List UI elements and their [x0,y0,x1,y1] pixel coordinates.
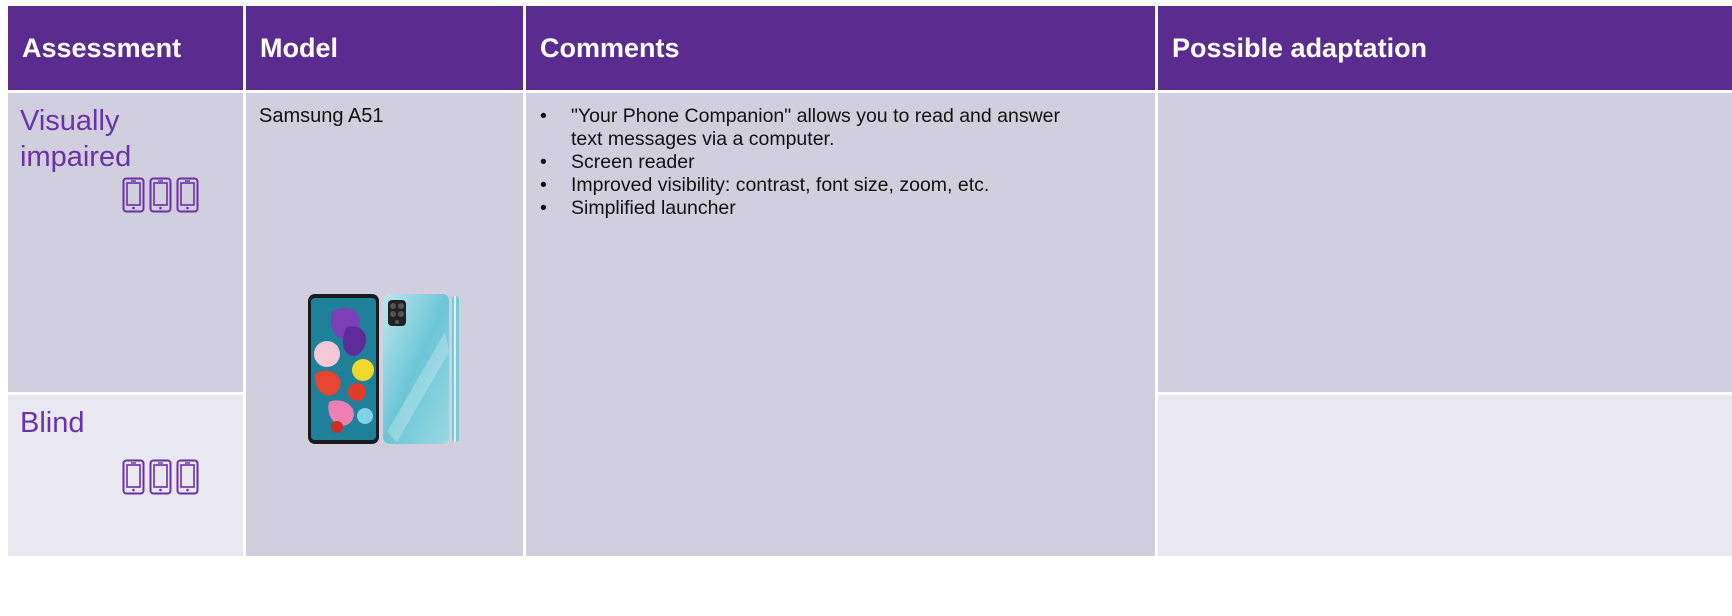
assessment-label: Visually impaired [20,105,132,173]
header-model: Model [246,6,523,90]
adaptation-cell-visually-impaired [1158,93,1732,392]
smartphone-outline-icon [176,459,199,495]
list-item: "Your Phone Companion" allows you to rea… [540,105,1091,151]
assessment-label: Blind [20,407,85,439]
list-item: Screen reader [540,151,1091,174]
comments-list: "Your Phone Companion" allows you to rea… [540,105,1091,220]
assessment-table: Assessment Model Comments Possible adapt… [8,6,1732,616]
smartphone-outline-icon [122,177,145,213]
smartphone-outline-icon [149,459,172,495]
assessment-cell-blind: Blind [8,395,243,556]
list-item: Improved visibility: contrast, font size… [540,174,1091,197]
smartphone-outline-icon [122,459,145,495]
rating-phones [122,177,199,213]
assessment-cell-visually-impaired: Visually impaired [8,93,243,392]
list-item: Simplified launcher [540,197,1091,220]
adaptation-cell-blind [1158,395,1732,556]
comments-cell: "Your Phone Companion" allows you to rea… [526,93,1155,556]
samsung-phone-image [307,292,462,446]
rating-phones [122,459,199,495]
model-name: Samsung A51 [259,105,384,127]
header-possible-adaptation: Possible adaptation [1158,6,1732,90]
smartphone-outline-icon [176,177,199,213]
header-comments: Comments [526,6,1155,90]
model-cell: Samsung A51 [246,93,523,556]
header-assessment: Assessment [8,6,243,90]
smartphone-outline-icon [149,177,172,213]
